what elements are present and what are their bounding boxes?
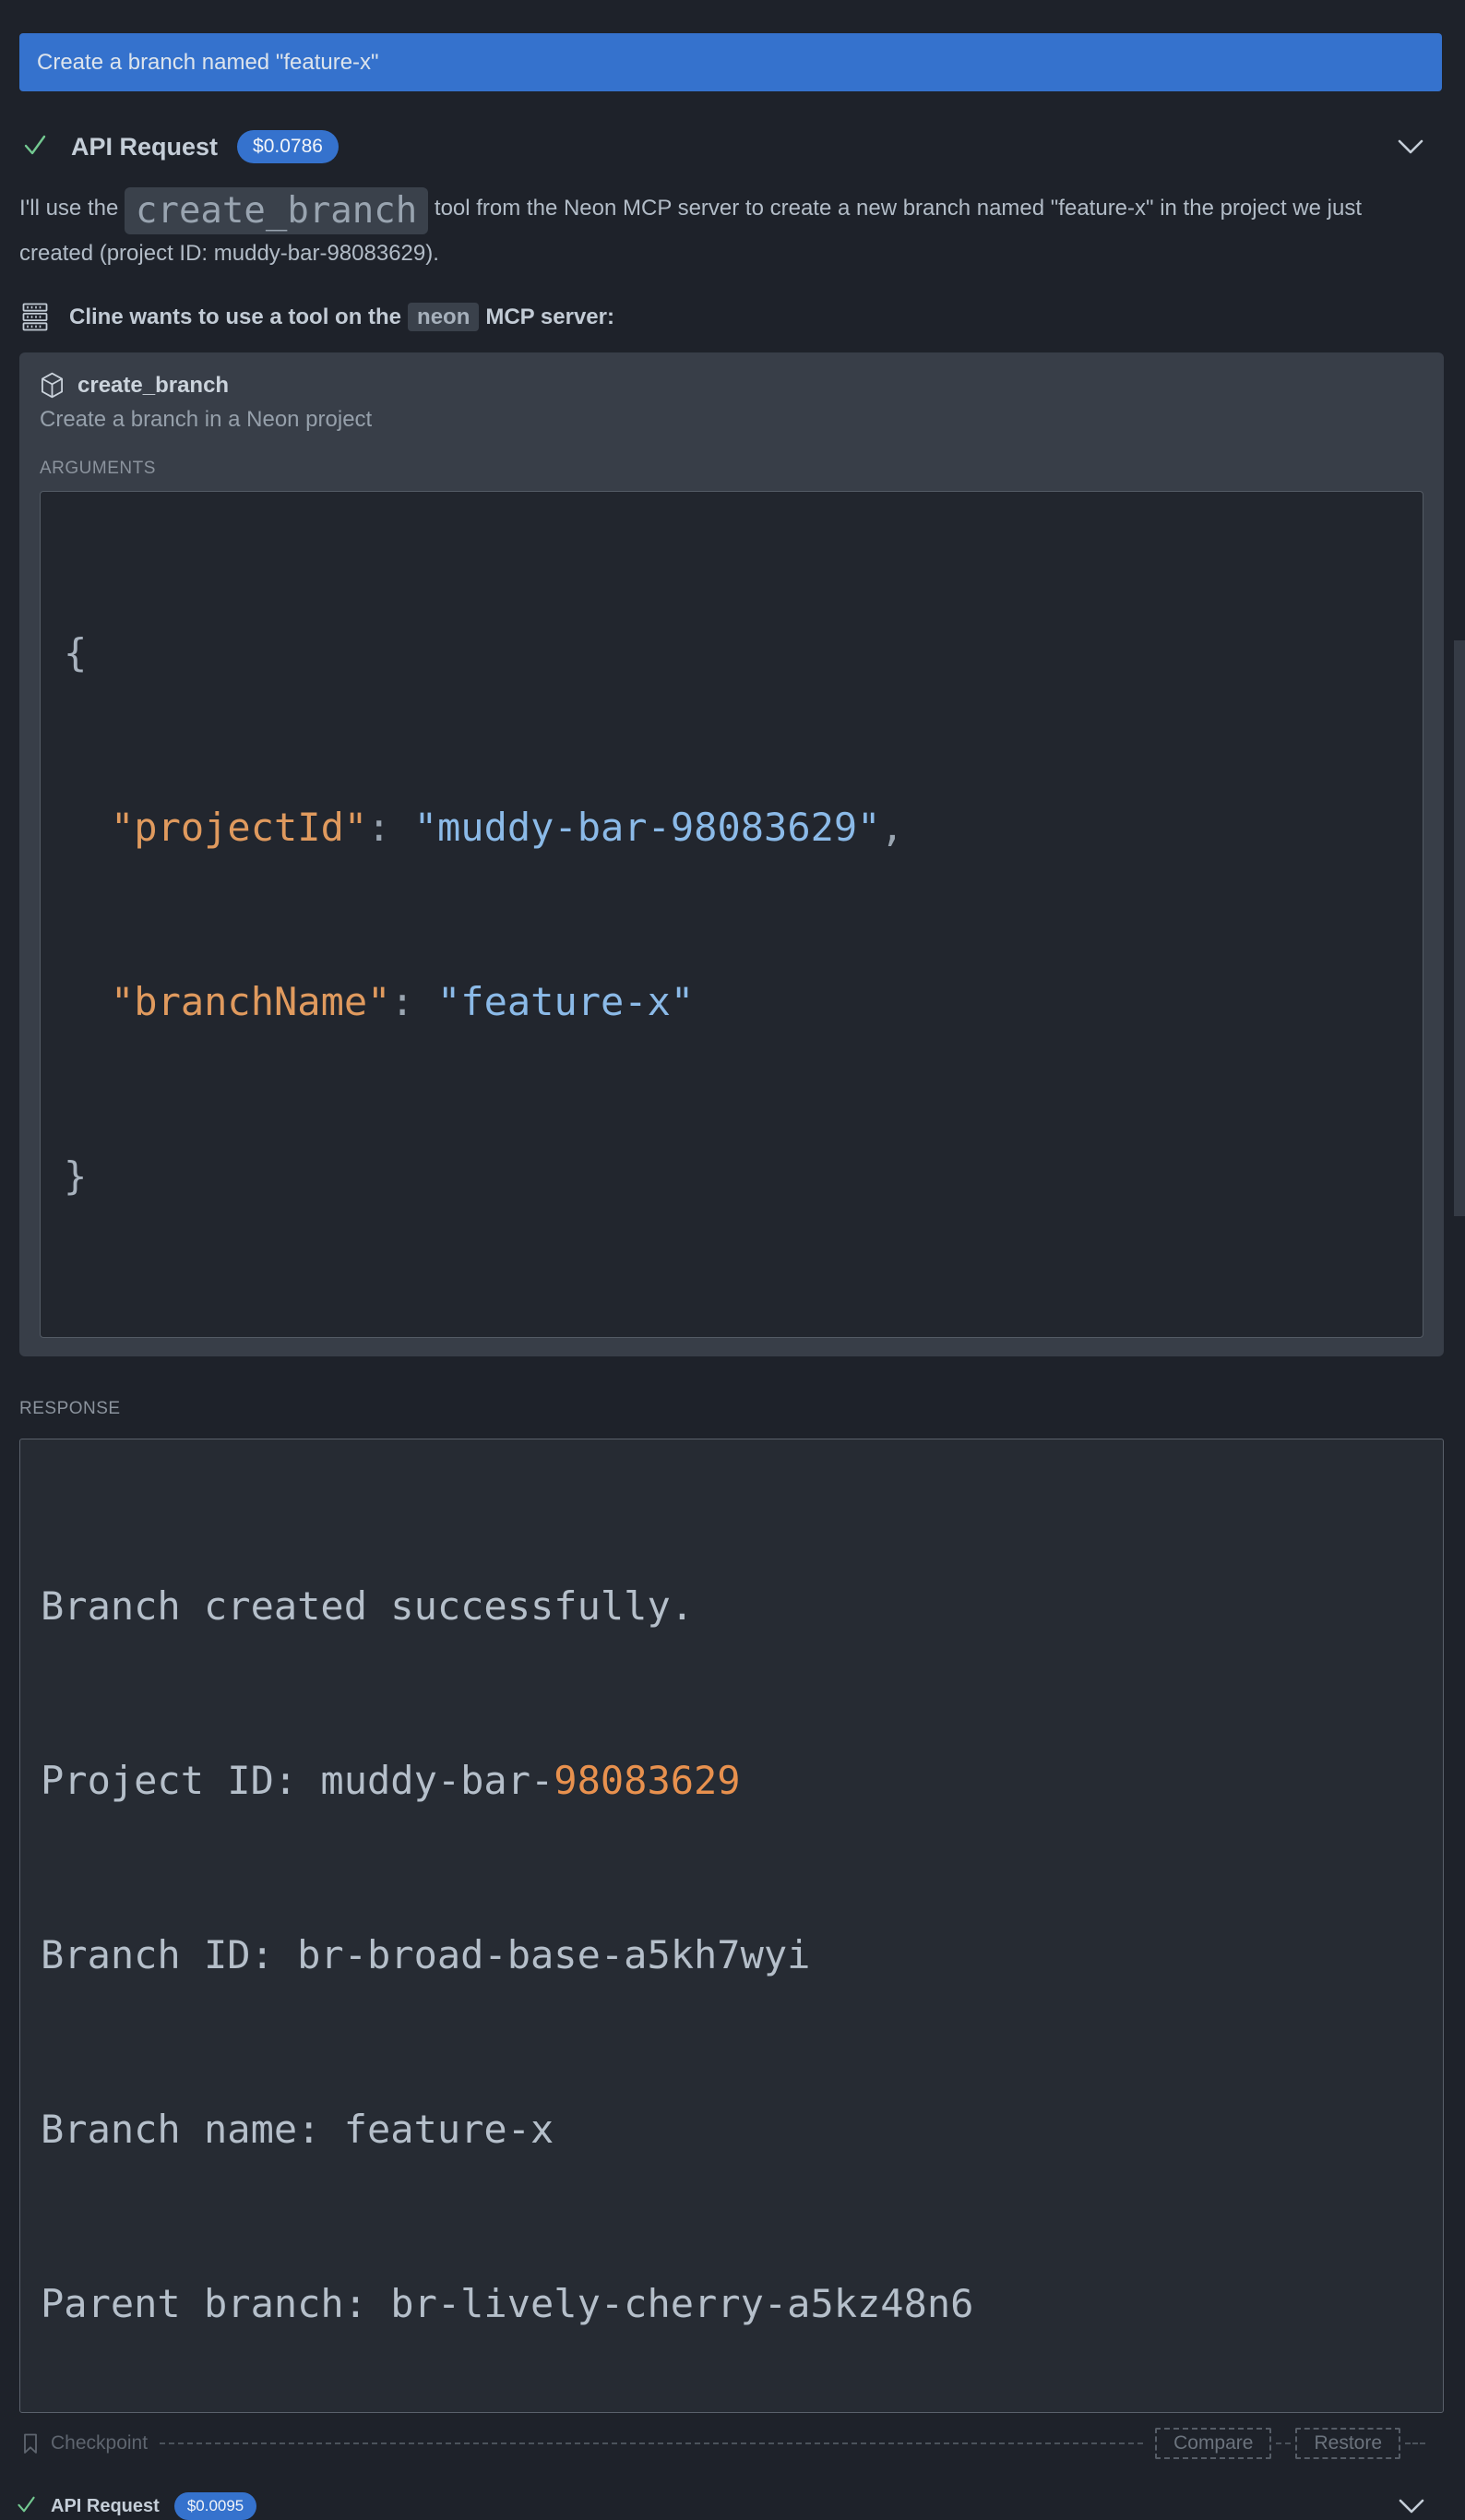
json-close-brace: } — [64, 1147, 1399, 1205]
response-code-block: Branch created successfully. Project ID:… — [19, 1439, 1444, 2413]
response-line: Parent branch: br-lively-cherry-a5kz48n6 — [41, 2275, 1423, 2333]
tool-call-card: create_branch Create a branch in a Neon … — [19, 352, 1444, 1356]
bookmark-icon — [22, 2433, 39, 2454]
compare-button[interactable]: Compare — [1155, 2428, 1271, 2459]
api-request-header-1[interactable]: API Request $0.0786 — [23, 130, 1424, 163]
user-message-banner: Create a branch named "feature-x" — [19, 33, 1442, 91]
mcp-header-before: Cline wants to use a tool on the — [69, 305, 401, 329]
check-icon — [23, 134, 47, 161]
arguments-label: ARGUMENTS — [40, 459, 1423, 479]
api-request-label: API Request — [51, 2496, 160, 2517]
tool-description: Create a branch in a Neon project — [40, 407, 1423, 433]
response-label: RESPONSE — [19, 1399, 1465, 1419]
response-line: Branch name: feature-x — [41, 2100, 1423, 2158]
mcp-header-text: Cline wants to use a tool on the neonMCP … — [69, 305, 614, 330]
server-icon — [22, 303, 48, 331]
inline-code-create-branch: create_branch — [125, 187, 428, 234]
check-icon — [17, 2495, 36, 2518]
checkpoint-row: Checkpoint Compare Restore — [22, 2428, 1425, 2459]
mcp-tool-header: Cline wants to use a tool on the neonMCP … — [22, 303, 1410, 331]
user-message-text: Create a branch named "feature-x" — [37, 50, 379, 76]
api-cost-badge: $0.0786 — [237, 130, 339, 163]
assistant-message-text: I'll use the create_branch tool from the… — [19, 187, 1364, 275]
response-line2-prefix: Project ID: muddy-bar- — [41, 1758, 554, 1803]
mcp-header-after: MCP server: — [485, 305, 614, 329]
package-cube-icon — [40, 372, 65, 399]
intro-text-before: I'll use the — [19, 196, 125, 221]
scrollbar-thumb[interactable] — [1454, 640, 1465, 1216]
response-line: Branch ID: br-broad-base-a5kh7wyi — [41, 1926, 1423, 1984]
chevron-down-icon[interactable] — [1398, 2498, 1425, 2514]
json-line: "projectId": "muddy-bar-98083629", — [64, 798, 1399, 856]
api-request-header-2[interactable]: API Request $0.0095 — [17, 2492, 1425, 2520]
checkpoint-divider-segment — [1405, 2442, 1425, 2444]
api-cost-badge: $0.0095 — [174, 2492, 256, 2520]
response-line: Branch created successfully. — [41, 1577, 1423, 1635]
tool-title-row: create_branch — [40, 372, 1423, 399]
arguments-code-block: { "projectId": "muddy-bar-98083629", "br… — [40, 491, 1423, 1338]
chevron-down-icon[interactable] — [1397, 138, 1424, 155]
checkpoint-label: Checkpoint — [51, 2432, 148, 2454]
json-open-brace: { — [64, 624, 1399, 682]
checkpoint-divider-segment — [1276, 2442, 1291, 2444]
api-request-label: API Request — [71, 133, 218, 161]
response-line: Project ID: muddy-bar-98083629 — [41, 1751, 1423, 1809]
checkpoint-divider — [160, 2442, 1143, 2444]
mcp-server-badge: neon — [408, 303, 479, 331]
tool-name: create_branch — [77, 373, 229, 399]
restore-button[interactable]: Restore — [1295, 2428, 1400, 2459]
response-project-number: 98083629 — [554, 1758, 740, 1803]
json-line: "branchName": "feature-x" — [64, 973, 1399, 1031]
